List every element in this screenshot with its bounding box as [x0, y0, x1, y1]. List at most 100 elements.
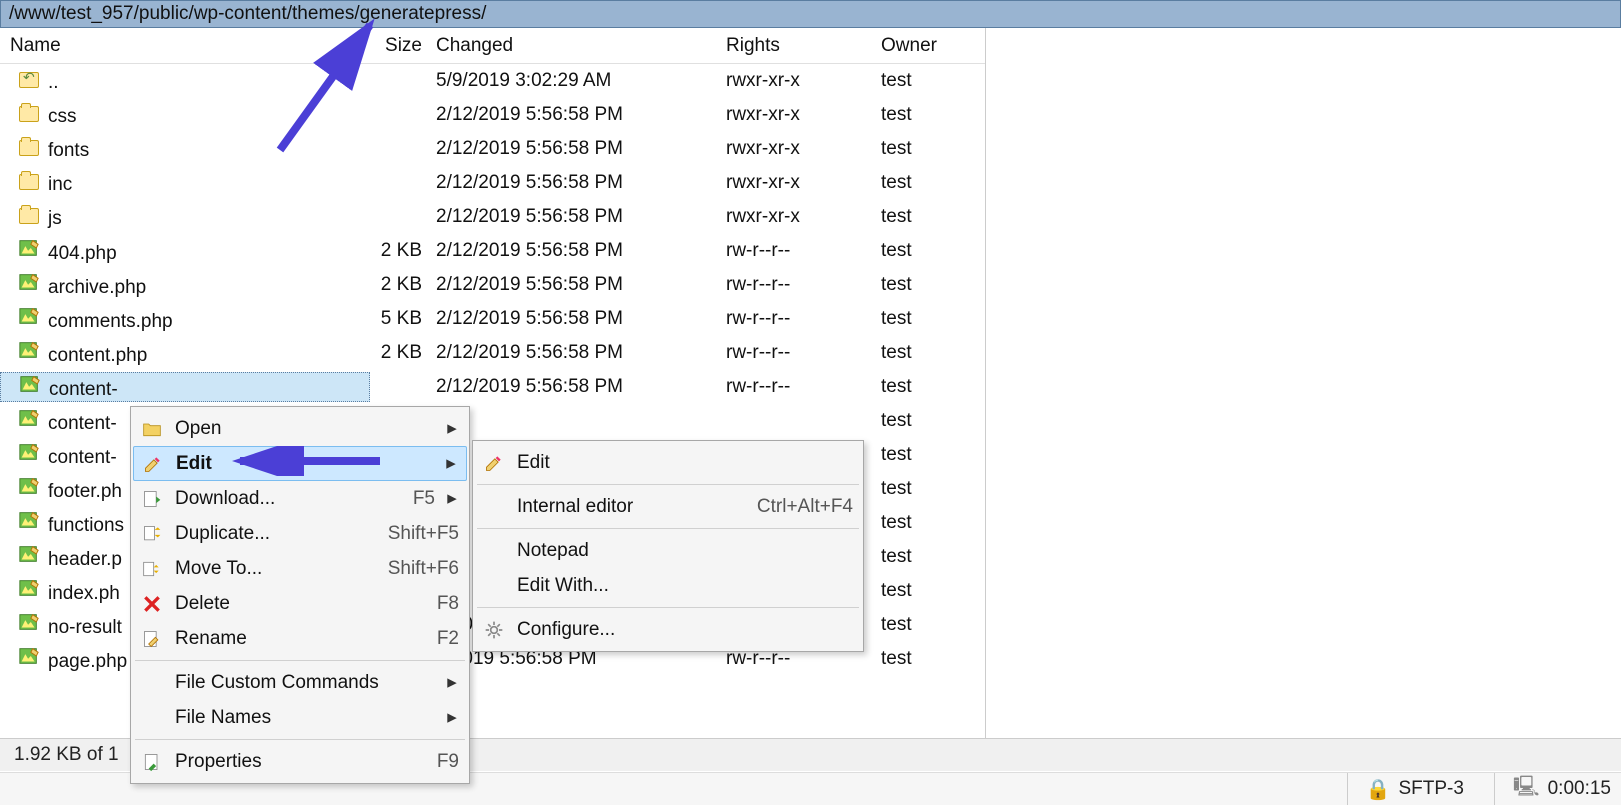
- file-name: content-: [49, 379, 118, 400]
- duplicate-icon: [139, 524, 165, 544]
- file-name: archive.php: [48, 277, 146, 298]
- column-changed[interactable]: Changed: [430, 35, 720, 57]
- folder-icon: [16, 103, 42, 125]
- file-rights: rwxr-xr-x: [720, 172, 875, 194]
- file-owner: test: [875, 240, 975, 262]
- table-row[interactable]: css2/12/2019 5:56:58 PMrwxr-xr-xtest: [0, 98, 985, 132]
- file-owner: test: [875, 104, 975, 126]
- php-file-icon: [16, 611, 42, 633]
- file-rights: rwxr-xr-x: [720, 138, 875, 160]
- menu-duplicate[interactable]: Duplicate... Shift+F5: [133, 516, 467, 551]
- file-owner: test: [875, 478, 975, 500]
- submenu-edit-with[interactable]: Edit With...: [475, 568, 861, 603]
- table-row[interactable]: content-2/12/2019 5:56:58 PMrw-r--r--tes…: [0, 370, 985, 404]
- submenu-edit[interactable]: Edit: [475, 445, 861, 480]
- menu-edit[interactable]: Edit ▸: [133, 446, 467, 481]
- submenu-notepad[interactable]: Notepad: [475, 533, 861, 568]
- folder-icon: [16, 205, 42, 227]
- file-changed: 2/12/2019 5:56:58 PM: [430, 308, 720, 330]
- file-changed: 2/12/2019 5:56:58 PM: [430, 274, 720, 296]
- file-changed: 5/9/2019 3:02:29 AM: [430, 70, 720, 92]
- file-size: 2 KB: [370, 342, 430, 364]
- menu-delete[interactable]: Delete F8: [133, 586, 467, 621]
- file-name: inc: [48, 174, 72, 195]
- chevron-right-icon: ▸: [445, 706, 459, 729]
- menu-file-custom-commands[interactable]: File Custom Commands ▸: [133, 665, 467, 700]
- php-file-icon: [16, 577, 42, 599]
- table-row[interactable]: archive.php2 KB2/12/2019 5:56:58 PMrw-r-…: [0, 268, 985, 302]
- file-owner: test: [875, 206, 975, 228]
- file-rights: rwxr-xr-x: [720, 70, 875, 92]
- column-name[interactable]: Name: [0, 35, 370, 57]
- lock-icon: 🔒: [1366, 777, 1391, 802]
- file-size: 5 KB: [370, 308, 430, 330]
- column-size[interactable]: Size: [370, 35, 430, 57]
- menu-rename[interactable]: Rename F2: [133, 621, 467, 656]
- submenu-configure[interactable]: Configure...: [475, 612, 861, 647]
- table-row[interactable]: fonts2/12/2019 5:56:58 PMrwxr-xr-xtest: [0, 132, 985, 166]
- file-name: footer.ph: [48, 481, 122, 502]
- table-row[interactable]: 404.php2 KB2/12/2019 5:56:58 PMrw-r--r--…: [0, 234, 985, 268]
- php-file-icon: [16, 271, 42, 293]
- edit-pencil-icon: [140, 454, 166, 474]
- table-row[interactable]: content.php 2 KB2/12/2019 5:56:58 PMrw-r-…: [0, 336, 985, 370]
- column-rights[interactable]: Rights: [720, 35, 875, 57]
- php-file-icon: [16, 305, 42, 327]
- file-owner: test: [875, 410, 975, 432]
- file-name: ..: [48, 72, 59, 93]
- protocol-label: SFTP-3: [1398, 778, 1463, 800]
- remote-path-bar[interactable]: /www/test_957/public/wp-content/themes/g…: [0, 0, 1621, 28]
- file-rights: rw-r--r--: [720, 342, 875, 364]
- menu-separator: [477, 607, 859, 608]
- menu-move-to[interactable]: Move To... Shift+F6: [133, 551, 467, 586]
- menu-separator: [477, 528, 859, 529]
- file-owner: test: [875, 648, 975, 670]
- php-file-icon: [16, 475, 42, 497]
- table-row[interactable]: inc 2/12/2019 5:56:58 PMrwxr-xr-xtest: [0, 166, 985, 200]
- table-row[interactable]: comments.php 5 KB2/12/2019 5:56:58 PMrw-r…: [0, 302, 985, 336]
- submenu-internal-editor[interactable]: Internal editor Ctrl+Alt+F4: [475, 489, 861, 524]
- file-owner: test: [875, 512, 975, 534]
- file-name: css: [48, 106, 77, 127]
- file-size: 2 KB: [370, 240, 430, 262]
- rename-icon: [139, 629, 165, 649]
- move-icon: [139, 559, 165, 579]
- menu-download[interactable]: Download... F5 ▸: [133, 481, 467, 516]
- menu-separator: [135, 739, 465, 740]
- file-changed: 2/12/2019 5:56:58 PM: [430, 376, 720, 398]
- file-changed: 2/12/2019 5:56:58 PM: [430, 342, 720, 364]
- file-name: js: [48, 208, 62, 229]
- file-list-header[interactable]: Name Size Changed Rights Owner: [0, 28, 985, 64]
- file-rights: rw-r--r--: [720, 274, 875, 296]
- file-changed: 2/12/2019 5:56:58 PM: [430, 172, 720, 194]
- file-name: page.php: [48, 651, 127, 672]
- file-changed: 2/12/2019 5:56:58 PM: [430, 206, 720, 228]
- file-rights: rw-r--r--: [720, 308, 875, 330]
- file-rights: rwxr-xr-x: [720, 104, 875, 126]
- file-name: no-result: [48, 617, 122, 638]
- chevron-right-icon: ▸: [445, 417, 459, 440]
- file-owner: test: [875, 614, 975, 636]
- edit-submenu: Edit Internal editor Ctrl+Alt+F4 Notepad…: [472, 440, 864, 652]
- connection-indicator[interactable]: 🖳 0:00:15: [1494, 773, 1611, 805]
- file-owner: test: [875, 172, 975, 194]
- file-name: content-: [48, 413, 117, 434]
- menu-file-names[interactable]: File Names ▸: [133, 700, 467, 735]
- column-owner[interactable]: Owner: [875, 35, 975, 57]
- file-name: fonts: [48, 140, 89, 161]
- table-row[interactable]: js 2/12/2019 5:56:58 PMrwxr-xr-xtest: [0, 200, 985, 234]
- menu-separator: [135, 660, 465, 661]
- delete-x-icon: [139, 594, 165, 614]
- file-changed: 2/12/2019 5:56:58 PM: [430, 240, 720, 262]
- file-name: content.php: [48, 345, 147, 366]
- menu-properties[interactable]: Properties F9: [133, 744, 467, 779]
- context-menu: Open ▸ Edit ▸ Download... F5 ▸ Duplicate…: [130, 406, 470, 784]
- menu-open[interactable]: Open ▸: [133, 411, 467, 446]
- file-name: comments.php: [48, 311, 173, 332]
- php-file-icon: [16, 543, 42, 565]
- file-owner: test: [875, 274, 975, 296]
- table-row[interactable]: ..5/9/2019 3:02:29 AMrwxr-xr-xtest: [0, 64, 985, 98]
- file-rights: rwxr-xr-x: [720, 206, 875, 228]
- encryption-indicator[interactable]: 🔒 SFTP-3: [1347, 773, 1464, 805]
- file-name: functions: [48, 515, 124, 536]
